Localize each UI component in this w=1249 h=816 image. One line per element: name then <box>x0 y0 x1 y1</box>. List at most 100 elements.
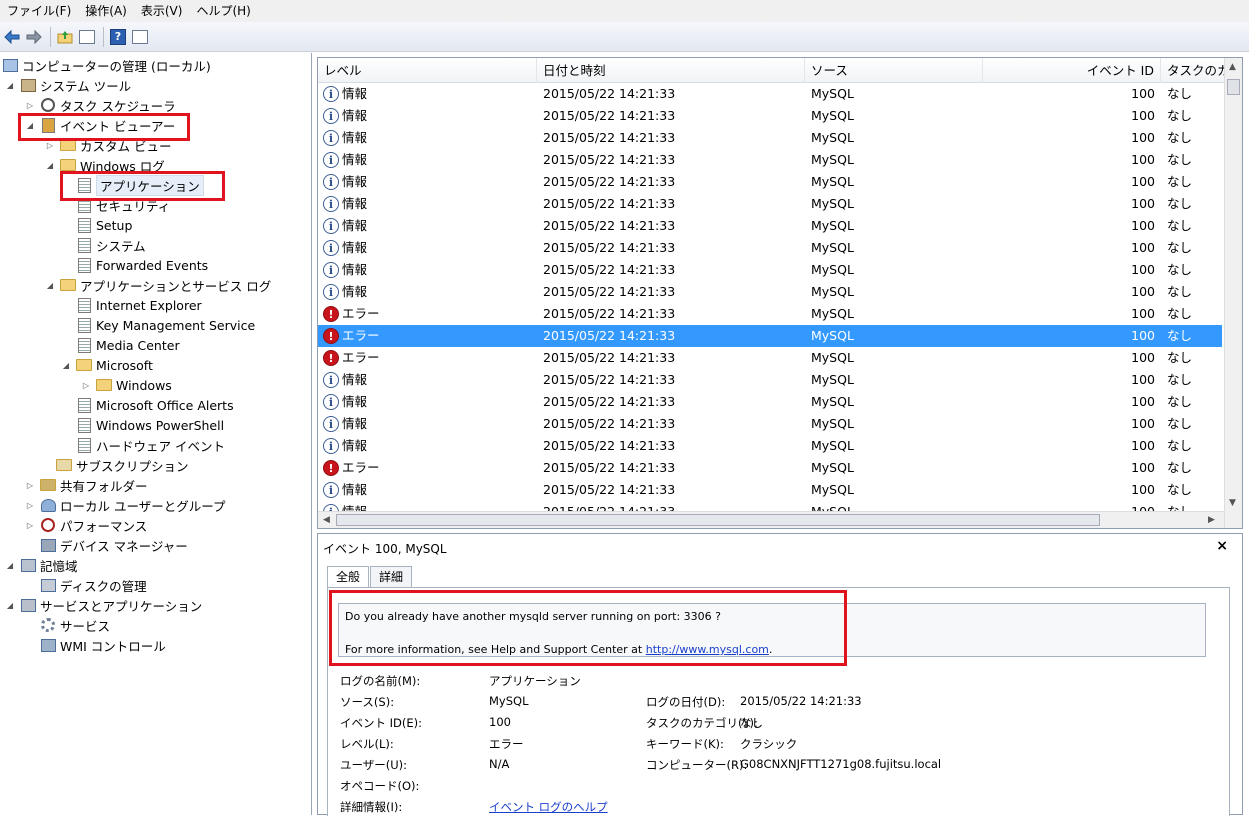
table-row[interactable]: ! エラー 2015/05/22 14:21:33 MySQL 100 なし <box>318 347 1222 369</box>
table-row[interactable]: i情報 2015/05/22 14:21:33 MySQL 100 なし <box>318 105 1222 127</box>
column-header-datetime[interactable]: 日付と時刻 <box>537 58 805 83</box>
event-list-vertical-scrollbar[interactable]: ▲ ▼ <box>1224 58 1242 528</box>
tree-item-hardware-events[interactable]: ハードウェア イベント <box>76 435 225 455</box>
info-icon: i <box>323 284 339 300</box>
table-row[interactable]: i情報 2015/05/22 14:21:33 MySQL 100 なし <box>318 83 1222 105</box>
tree-item-task-scheduler[interactable]: ▷ タスク スケジューラ <box>24 95 176 115</box>
cell-source: MySQL <box>811 152 854 167</box>
cell-event-id: 100 <box>1131 284 1155 299</box>
cell-datetime: 2015/05/22 14:21:33 <box>543 196 676 211</box>
task-category-value: なし <box>740 716 763 730</box>
table-row[interactable]: i情報 2015/05/22 14:21:33 MySQL 100 なし <box>318 215 1222 237</box>
table-row[interactable]: i情報 2015/05/22 14:21:33 MySQL 100 なし <box>318 193 1222 215</box>
collapsed-triangle-icon[interactable]: ▷ <box>24 479 36 491</box>
scroll-up-arrow-icon[interactable]: ▲ <box>1229 62 1236 72</box>
menu-action[interactable]: 操作(A) <box>78 0 134 22</box>
table-row[interactable]: i情報 2015/05/22 14:21:33 MySQL 100 なし <box>318 259 1222 281</box>
tree-item-storage[interactable]: ◢ 記憶域 <box>4 555 78 575</box>
cell-event-id: 100 <box>1131 306 1155 321</box>
event-list[interactable]: レベル 日付と時刻 ソース イベント ID タスクのカ i 情報 2015/05/2… <box>317 57 1243 529</box>
back-button[interactable] <box>2 27 22 47</box>
tree-item-device-manager[interactable]: デバイス マネージャー <box>40 535 188 555</box>
expanded-triangle-icon[interactable]: ◢ <box>4 79 16 91</box>
table-row[interactable]: i情報 2015/05/22 14:21:33 MySQL 100 なし <box>318 237 1222 259</box>
tree-item-forwarded-events[interactable]: Forwarded Events <box>76 255 208 275</box>
scroll-down-arrow-icon[interactable]: ▼ <box>1229 498 1236 508</box>
tree-item-office-alerts[interactable]: Microsoft Office Alerts <box>76 395 234 415</box>
tree-item-windows[interactable]: ▷ Windows <box>80 375 172 395</box>
table-row[interactable]: i情報 2015/05/22 14:21:33 MySQL 100 なし <box>318 149 1222 171</box>
tree-item-internet-explorer[interactable]: Internet Explorer <box>76 295 202 315</box>
tree-item-services-apps[interactable]: ◢ サービスとアプリケーション <box>4 595 202 615</box>
table-row[interactable]: i情報 2015/05/22 14:21:33 MySQL 100 なし <box>318 281 1222 303</box>
table-row[interactable]: i情報 2015/05/22 14:21:33 MySQL 100 なし <box>318 413 1222 435</box>
show-hide-action-pane-button[interactable] <box>130 27 150 47</box>
cell-task-category: なし <box>1167 482 1193 497</box>
event-list-horizontal-scrollbar[interactable]: ◀ ▶ <box>318 511 1224 528</box>
close-icon[interactable]: × <box>1216 538 1228 554</box>
tree-item-microsoft[interactable]: ◢ Microsoft <box>60 355 153 375</box>
tree-item-root[interactable]: コンピューターの管理 (ローカル) <box>2 55 211 75</box>
tree-item-shared-folders[interactable]: ▷ 共有フォルダー <box>24 475 148 495</box>
column-header-event-id[interactable]: イベント ID <box>983 58 1161 83</box>
expanded-triangle-icon[interactable]: ◢ <box>60 359 72 371</box>
table-row[interactable]: i情報 2015/05/22 14:21:33 MySQL 100 なし <box>318 369 1222 391</box>
table-row[interactable]: ! エラー 2015/05/22 14:21:33 MySQL 100 なし <box>318 457 1222 479</box>
help-button[interactable]: ? <box>108 27 128 47</box>
collapsed-triangle-icon[interactable]: ▷ <box>24 99 36 111</box>
tree-item-system-tools[interactable]: ◢ システム ツール <box>4 75 131 95</box>
tree-item-setup[interactable]: Setup <box>76 215 132 235</box>
up-folder-button[interactable] <box>55 27 75 47</box>
tab-general[interactable]: 全般 <box>327 566 370 588</box>
tree-item-windows-powershell[interactable]: Windows PowerShell <box>76 415 224 435</box>
column-header-source[interactable]: ソース <box>805 58 983 83</box>
tree-item-disk-management[interactable]: ディスクの管理 <box>40 575 147 595</box>
table-row[interactable]: i情報 2015/05/22 14:21:33 MySQL 100 なし <box>318 127 1222 149</box>
table-row[interactable]: i情報 2015/05/22 14:21:33 MySQL 100 なし <box>318 479 1222 501</box>
expanded-triangle-icon[interactable]: ◢ <box>4 599 16 611</box>
table-row[interactable]: i情報 2015/05/22 14:21:33 MySQL 100 なし <box>318 171 1222 193</box>
expanded-triangle-icon[interactable]: ◢ <box>4 559 16 571</box>
tree-item-local-users[interactable]: ▷ ローカル ユーザーとグループ <box>24 495 225 515</box>
menu-file[interactable]: ファイル(F) <box>0 0 78 22</box>
scroll-left-arrow-icon[interactable]: ◀ <box>323 515 330 525</box>
cell-task-category: なし <box>1167 416 1193 431</box>
column-header-level[interactable]: レベル <box>318 58 537 83</box>
vertical-scroll-thumb[interactable] <box>1227 79 1240 95</box>
collapsed-triangle-icon[interactable]: ▷ <box>80 379 92 391</box>
log-icon <box>76 337 92 353</box>
tree-item-apps-services-logs[interactable]: ◢ アプリケーションとサービス ログ <box>44 275 271 295</box>
tree-item-system[interactable]: システム <box>76 235 146 255</box>
event-log-help-link[interactable]: イベント ログのヘルプ <box>489 799 608 815</box>
collapsed-triangle-icon[interactable]: ▷ <box>24 499 36 511</box>
table-row[interactable]: ! エラー 2015/05/22 14:21:33 MySQL 100 なし <box>318 303 1222 325</box>
scroll-right-arrow-icon[interactable]: ▶ <box>1208 515 1215 525</box>
log-icon <box>76 437 92 453</box>
tree-item-subscriptions[interactable]: サブスクリプション <box>56 455 189 475</box>
cell-source: MySQL <box>811 306 854 321</box>
console-tree[interactable]: コンピューターの管理 (ローカル) ◢ システム ツール ▷ タスク スケジュー… <box>0 53 312 815</box>
event-detail-pane: イベント 100, MySQL × 全般 詳細 Do you already h… <box>317 533 1243 816</box>
table-row[interactable]: i情報 2015/05/22 14:21:33 MySQL 100 なし <box>318 435 1222 457</box>
tree-item-media-center[interactable]: Media Center <box>76 335 180 355</box>
cell-datetime: 2015/05/22 14:21:33 <box>543 284 676 299</box>
expanded-triangle-icon[interactable]: ◢ <box>44 159 56 171</box>
menu-help[interactable]: ヘルプ(H) <box>189 0 257 22</box>
cell-datetime: 2015/05/22 14:21:33 <box>543 130 676 145</box>
tree-item-services[interactable]: サービス <box>40 615 110 635</box>
collapsed-triangle-icon[interactable]: ▷ <box>24 519 36 531</box>
table-row[interactable]: ! エラー 2015/05/22 14:21:33 MySQL 100 なし <box>318 325 1222 347</box>
tab-details[interactable]: 詳細 <box>370 566 413 587</box>
horizontal-scroll-thumb[interactable] <box>336 514 1100 526</box>
menu-view[interactable]: 表示(V) <box>134 0 190 22</box>
tree-item-key-management-service[interactable]: Key Management Service <box>76 315 255 335</box>
cell-level: 情報 <box>342 196 368 211</box>
expanded-triangle-icon[interactable]: ◢ <box>44 279 56 291</box>
column-header-task-category[interactable]: タスクのカ <box>1161 58 1225 83</box>
table-row[interactable]: i情報 2015/05/22 14:21:33 MySQL 100 なし <box>318 391 1222 413</box>
show-hide-tree-button[interactable] <box>77 27 97 47</box>
forward-button[interactable] <box>24 27 44 47</box>
cell-task-category: なし <box>1167 284 1193 299</box>
tree-item-performance[interactable]: ▷ パフォーマンス <box>24 515 147 535</box>
tree-item-wmi-control[interactable]: WMI コントロール <box>40 635 166 655</box>
